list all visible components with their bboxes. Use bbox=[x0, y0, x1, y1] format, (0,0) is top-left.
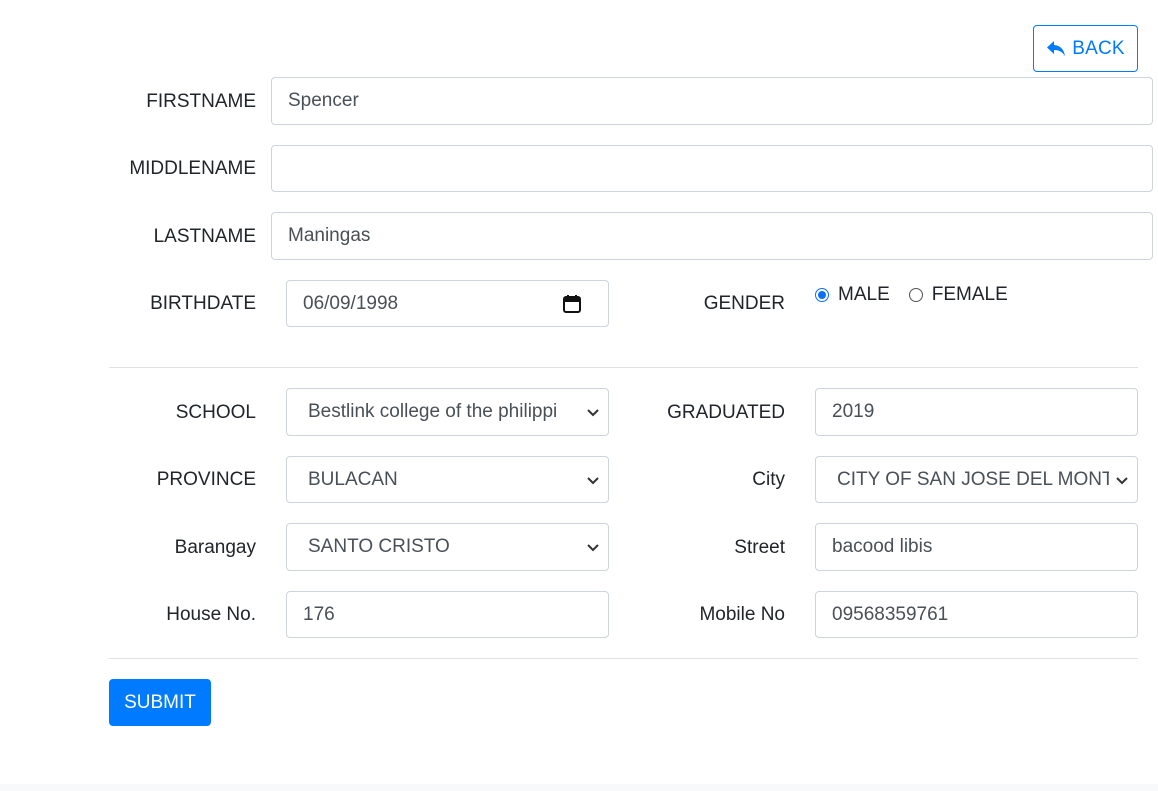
city-select[interactable]: CITY OF SAN JOSE DEL MONT bbox=[815, 456, 1138, 503]
province-label: PROVINCE bbox=[156, 469, 256, 490]
province-value: BULACAN bbox=[308, 468, 398, 490]
graduated-input[interactable]: 2019 bbox=[815, 388, 1138, 436]
province-select[interactable]: BULACAN bbox=[286, 456, 609, 503]
firstname-input[interactable]: Spencer bbox=[271, 77, 1153, 125]
barangay-label: Barangay bbox=[174, 537, 256, 558]
submit-button[interactable]: SUBMIT bbox=[109, 679, 211, 726]
chevron-down-icon bbox=[587, 476, 599, 484]
submit-button-label: SUBMIT bbox=[124, 691, 196, 713]
calendar-icon[interactable] bbox=[562, 294, 582, 314]
form-footer-divider bbox=[109, 658, 1138, 659]
barangay-select[interactable]: SANTO CRISTO bbox=[286, 523, 609, 571]
street-input[interactable]: bacood libis bbox=[815, 523, 1138, 571]
firstname-label: FIRSTNAME bbox=[146, 91, 256, 112]
chevron-down-icon bbox=[587, 409, 599, 417]
mobile-no-value: 09568359761 bbox=[832, 603, 949, 625]
back-button-label: BACK bbox=[1072, 37, 1125, 59]
section-divider bbox=[109, 367, 1138, 368]
gender-label: GENDER bbox=[703, 293, 785, 314]
gender-female-label[interactable]: FEMALE bbox=[932, 284, 1008, 306]
school-select[interactable]: Bestlink college of the philippi bbox=[286, 388, 609, 436]
gender-radio-group: MALE FEMALE bbox=[815, 284, 1027, 306]
school-label: SCHOOL bbox=[175, 402, 256, 423]
middlename-input[interactable] bbox=[271, 145, 1153, 192]
street-label: Street bbox=[734, 537, 785, 558]
chevron-down-icon bbox=[1116, 476, 1128, 484]
chevron-down-icon bbox=[587, 544, 599, 552]
reply-arrow-icon bbox=[1047, 40, 1066, 56]
page-footer bbox=[0, 784, 1158, 791]
birthdate-value: 06/09/1998 bbox=[303, 292, 399, 314]
lastname-label: LASTNAME bbox=[153, 226, 256, 247]
back-button[interactable]: BACK bbox=[1033, 25, 1138, 72]
city-value: CITY OF SAN JOSE DEL MONT bbox=[837, 468, 1109, 490]
school-value: Bestlink college of the philippi bbox=[308, 401, 558, 422]
graduated-value: 2019 bbox=[832, 401, 875, 422]
middlename-label: MIDDLENAME bbox=[129, 158, 256, 179]
firstname-value: Spencer bbox=[288, 90, 359, 111]
barangay-value: SANTO CRISTO bbox=[308, 536, 450, 557]
graduated-label: GRADUATED bbox=[667, 402, 785, 423]
lastname-input[interactable]: Maningas bbox=[271, 212, 1153, 260]
gender-male-radio[interactable] bbox=[815, 288, 829, 302]
city-label: City bbox=[752, 469, 785, 490]
house-no-input[interactable]: 176 bbox=[286, 591, 609, 638]
house-no-label: House No. bbox=[166, 604, 256, 625]
mobile-no-input[interactable]: 09568359761 bbox=[815, 591, 1138, 638]
mobile-no-label: Mobile No bbox=[699, 604, 785, 625]
birthdate-input[interactable]: 06/09/1998 bbox=[286, 280, 609, 327]
gender-male-label[interactable]: MALE bbox=[838, 284, 890, 306]
gender-female-radio[interactable] bbox=[908, 288, 923, 302]
lastname-value: Maningas bbox=[288, 225, 371, 246]
house-no-value: 176 bbox=[303, 603, 335, 625]
birthdate-label: BIRTHDATE bbox=[150, 293, 256, 314]
street-value: bacood libis bbox=[832, 536, 933, 557]
